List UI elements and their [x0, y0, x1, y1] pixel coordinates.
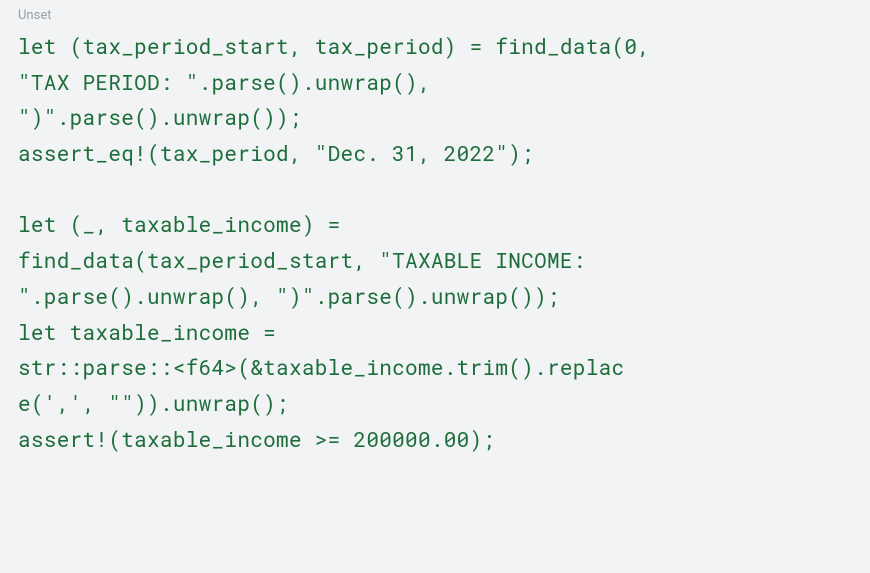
code-line: ")".parse().unwrap()); — [18, 103, 302, 131]
code-line: e(',', "")).unwrap(); — [18, 389, 289, 417]
language-label: Unset — [18, 8, 852, 23]
code-line: assert!(taxable_income >= 200000.00); — [18, 425, 495, 453]
code-block: let (tax_period_start, tax_period) = fin… — [18, 29, 852, 457]
code-line: assert_eq!(tax_period, "Dec. 31, 2022"); — [18, 139, 534, 167]
code-line: let (tax_period_start, tax_period) = fin… — [18, 32, 650, 60]
code-line: "TAX PERIOD: ".parse().unwrap(), — [18, 68, 431, 96]
code-line: str::parse::<f64>(&taxable_income.trim()… — [18, 353, 624, 381]
code-line: let (_, taxable_income) = — [18, 210, 341, 238]
code-line: find_data(tax_period_start, "TAXABLE INC… — [18, 246, 586, 274]
code-line: ".parse().unwrap(), ")".parse().unwrap()… — [18, 282, 560, 310]
code-line: let taxable_income = — [18, 318, 276, 346]
